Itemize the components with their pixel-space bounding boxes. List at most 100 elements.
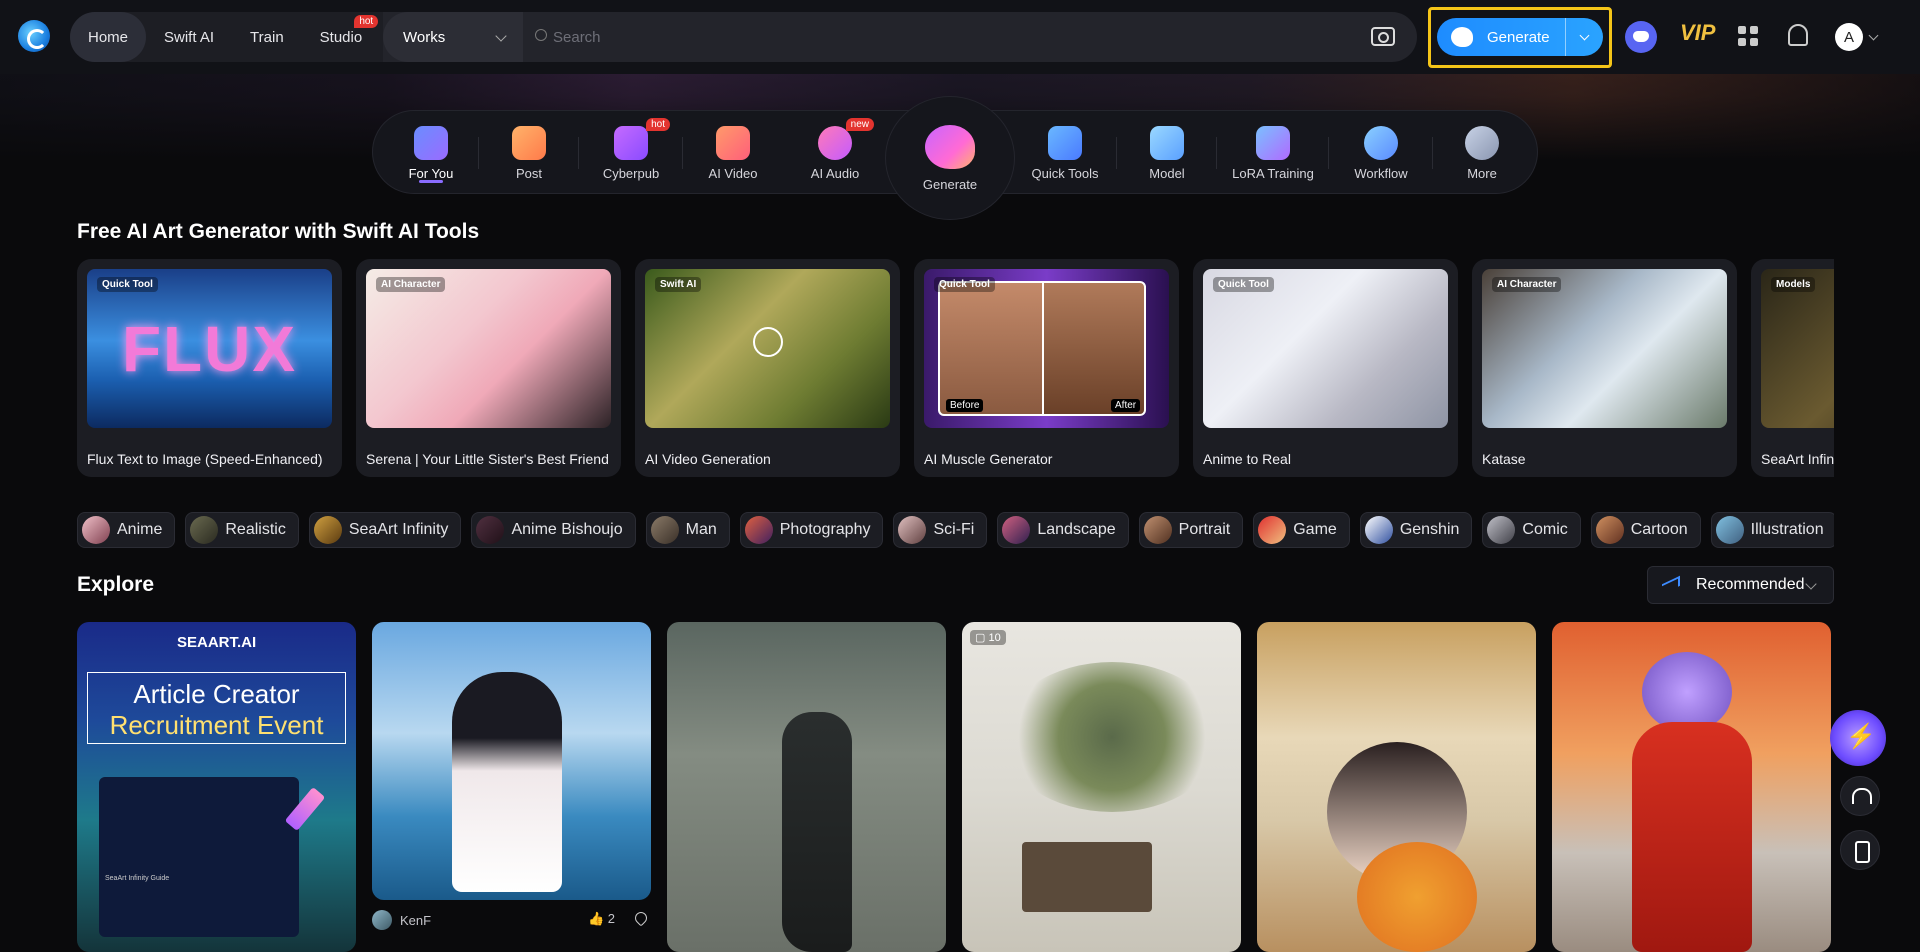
category-workflow[interactable]: Workflow <box>1329 111 1433 195</box>
camera-search-icon[interactable] <box>1371 27 1395 46</box>
search-scope-dropdown[interactable]: Works <box>383 12 523 62</box>
artwork-card[interactable] <box>372 622 651 900</box>
chip-thumbnail <box>313 516 342 544</box>
artwork-card[interactable] <box>1552 622 1831 952</box>
chip-comic[interactable]: Comic <box>1482 512 1581 548</box>
tool-tag: Quick Tool <box>97 277 158 292</box>
chip-realistic[interactable]: Realistic <box>185 512 299 548</box>
search-input[interactable] <box>523 12 1417 62</box>
category-more[interactable]: More <box>1433 111 1531 195</box>
tool-image: FLUX <box>87 269 332 428</box>
tool-image <box>1482 269 1727 428</box>
ai-assistant-icon[interactable] <box>1830 710 1886 766</box>
image-count-badge: ▢ 10 <box>970 630 1006 645</box>
generate-button[interactable]: Generate <box>1437 18 1603 56</box>
artwork-card[interactable] <box>667 622 946 952</box>
top-navigation-bar: Home Swift AI Train Studiohot Works Gene… <box>0 0 1920 74</box>
tool-name: Serena | Your Little Sister's Best Frien… <box>366 451 609 467</box>
category-cyberpub[interactable]: hot Cyberpub <box>579 111 683 195</box>
audio-icon: new <box>818 117 874 160</box>
artwork-card[interactable] <box>1257 622 1536 952</box>
chip-thumbnail <box>1487 516 1516 544</box>
tool-image <box>1761 269 1834 428</box>
chip-portrait[interactable]: Portrait <box>1138 512 1244 548</box>
heart-icon[interactable] <box>632 909 650 927</box>
category-post[interactable]: Post <box>479 111 579 195</box>
more-icon <box>1465 125 1499 160</box>
chip-anime[interactable]: Anime <box>77 512 176 548</box>
event-brand-logo: SEAART.AI <box>177 634 257 651</box>
tool-image <box>1203 269 1448 428</box>
author-avatar[interactable] <box>372 910 392 930</box>
category-ai-video[interactable]: AI Video <box>683 111 783 195</box>
category-model[interactable]: Model <box>1117 111 1217 195</box>
play-icon <box>716 125 750 160</box>
discord-icon[interactable] <box>1625 21 1657 53</box>
nav-studio[interactable]: Studio hot <box>302 12 381 62</box>
category-ai-audio[interactable]: new AI Audio <box>783 111 887 195</box>
shield-ai-icon <box>1048 125 1082 160</box>
event-card[interactable]: SEAART.AI Article Creator Recruitment Ev… <box>77 622 356 952</box>
chip-sci-fi[interactable]: Sci-Fi <box>893 512 988 548</box>
tool-card[interactable]: AI Character Katase <box>1472 259 1737 477</box>
seaart-logo-icon[interactable] <box>18 20 50 52</box>
user-avatar[interactable]: A <box>1835 23 1863 51</box>
chip-landscape[interactable]: Landscape <box>997 512 1129 548</box>
tool-tag: AI Character <box>376 277 446 292</box>
tool-card[interactable]: Before After Quick Tool AI Muscle Genera… <box>914 259 1179 477</box>
chevron-down-icon <box>1805 578 1817 590</box>
tool-card[interactable]: AI Character Serena | Your Little Sister… <box>356 259 621 477</box>
tool-name: AI Video Generation <box>645 451 771 467</box>
event-title-line2: Recruitment Event <box>109 710 324 740</box>
nav-home[interactable]: Home <box>70 12 147 62</box>
tool-card[interactable]: Models SeaArt Infinity <box>1751 259 1834 477</box>
nav-swift-ai[interactable]: Swift AI <box>146 12 232 62</box>
tool-card[interactable]: Quick Tool Anime to Real <box>1193 259 1458 477</box>
chip-anime-bishoujo[interactable]: Anime Bishoujo <box>471 512 636 548</box>
tool-tag: Quick Tool <box>1213 277 1274 292</box>
chip-seaart-infinity[interactable]: SeaArt Infinity <box>308 512 462 548</box>
tool-card[interactable]: Swift AI AI Video Generation <box>635 259 900 477</box>
chip-thumbnail <box>898 516 927 544</box>
chip-game[interactable]: Game <box>1253 512 1350 548</box>
generate-dropdown-chevron-icon[interactable] <box>1566 30 1603 41</box>
tool-tag: Quick Tool <box>934 277 995 292</box>
chip-thumbnail <box>476 516 505 544</box>
mobile-app-icon[interactable] <box>1840 830 1880 870</box>
chip-photography[interactable]: Photography <box>739 512 884 548</box>
like-count[interactable]: 👍 2 <box>588 911 615 927</box>
nav-train[interactable]: Train <box>232 12 302 62</box>
cube-icon <box>1150 125 1184 160</box>
chip-illustration[interactable]: Illustration <box>1710 512 1834 548</box>
apps-grid-icon[interactable] <box>1738 26 1758 46</box>
main-nav: Home Swift AI Train Studio hot <box>70 12 391 62</box>
event-doc-title: SeaArt Infinity Guide <box>105 875 170 882</box>
category-for-you[interactable]: For You <box>383 111 479 195</box>
event-title-line1: Article Creator <box>133 679 300 709</box>
chip-thumbnail <box>1364 516 1393 544</box>
sort-dropdown[interactable]: Recommended <box>1647 566 1834 604</box>
support-headset-icon[interactable] <box>1840 776 1880 816</box>
tool-card[interactable]: FLUX Quick Tool Flux Text to Image (Spee… <box>77 259 342 477</box>
artwork-card[interactable]: ▢ 10 <box>962 622 1241 952</box>
category-quick-tools[interactable]: Quick Tools <box>1013 111 1117 195</box>
chat-icon: hot <box>614 117 670 160</box>
tools-carousel: FLUX Quick Tool Flux Text to Image (Spee… <box>77 259 1834 477</box>
chip-cartoon[interactable]: Cartoon <box>1590 512 1701 548</box>
tool-image <box>645 269 890 428</box>
chip-thumbnail <box>1143 516 1172 544</box>
tool-name: SeaArt Infinity <box>1761 451 1834 467</box>
notification-bell-icon[interactable] <box>1788 24 1808 46</box>
tool-name: Flux Text to Image (Speed-Enhanced) <box>87 451 323 467</box>
chip-thumbnail <box>82 516 110 544</box>
category-generate[interactable]: Generate <box>885 96 1015 220</box>
chip-man[interactable]: Man <box>645 512 730 548</box>
account-chevron-icon[interactable] <box>1868 30 1879 41</box>
play-icon[interactable] <box>753 327 783 357</box>
post-icon <box>512 125 546 160</box>
author-name[interactable]: KenF <box>400 913 431 928</box>
chip-genshin[interactable]: Genshin <box>1359 512 1473 548</box>
category-lora-training[interactable]: LoRA Training <box>1217 111 1329 195</box>
chip-thumbnail <box>744 516 773 544</box>
vip-icon[interactable]: VIP <box>1680 20 1715 48</box>
